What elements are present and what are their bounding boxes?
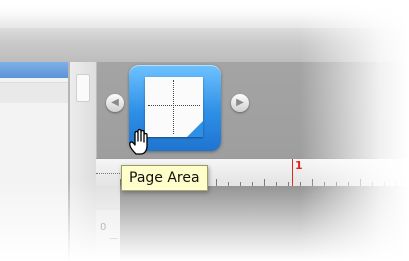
chevron-left-icon[interactable]: ◀ bbox=[106, 94, 124, 112]
secondary-sidebar bbox=[70, 62, 97, 261]
selected-list-row[interactable] bbox=[0, 62, 70, 78]
left-pane bbox=[0, 62, 70, 261]
vertical-ruler: 0 bbox=[96, 210, 121, 261]
window-top-edge bbox=[0, 0, 409, 30]
chevron-right-icon[interactable]: ▶ bbox=[231, 94, 249, 112]
list-row[interactable] bbox=[0, 82, 70, 103]
scroll-cap[interactable] bbox=[76, 74, 90, 102]
ruler-label-1: 1 bbox=[295, 159, 303, 172]
ruler-marker-line bbox=[292, 159, 293, 187]
ruler-corner bbox=[96, 186, 121, 210]
document-canvas[interactable] bbox=[120, 186, 409, 261]
tooltip-text: Page Area bbox=[129, 170, 200, 186]
title-bar bbox=[0, 28, 409, 63]
app-window: 1 0 ◀ ▶ Page Area bbox=[0, 0, 409, 261]
ruler-label-0: 0 bbox=[100, 222, 107, 233]
tooltip: Page Area bbox=[121, 165, 208, 191]
hand-cursor-icon bbox=[129, 128, 148, 155]
ruler-tick bbox=[110, 238, 118, 239]
